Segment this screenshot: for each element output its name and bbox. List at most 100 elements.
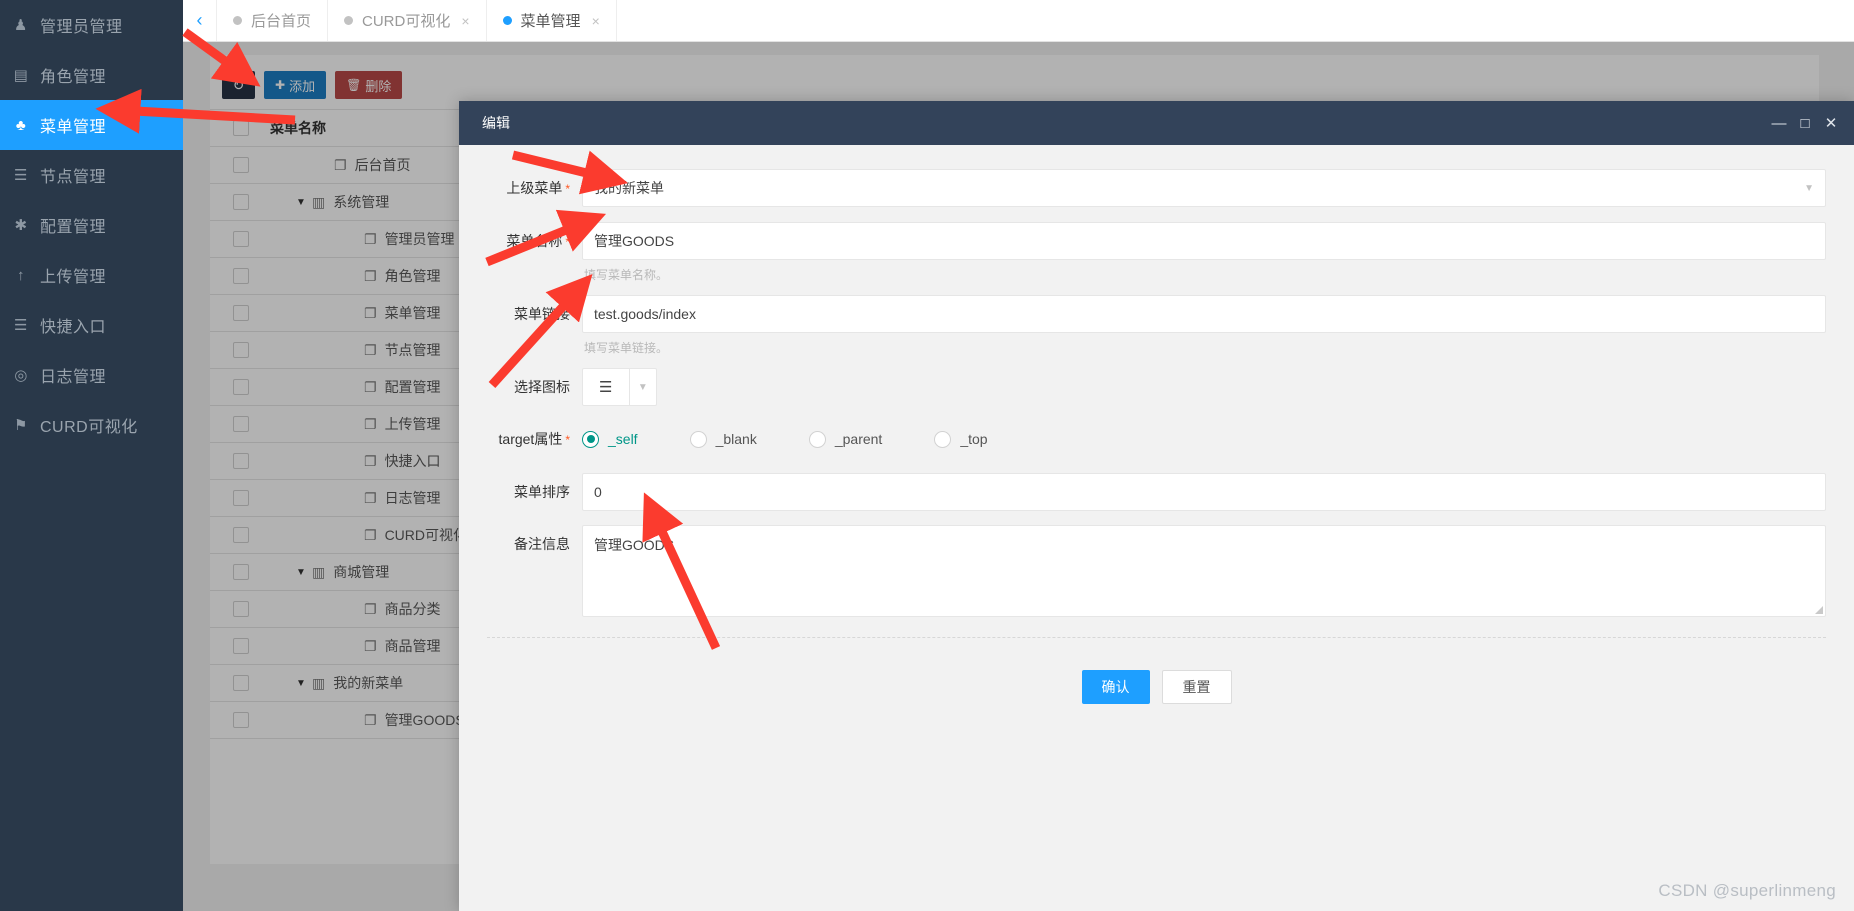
sidebar-item-6[interactable]: ☰ 快捷入口 bbox=[0, 300, 183, 350]
sidebar-item-label: 节点管理 bbox=[40, 169, 107, 186]
tab-label: CURD可视化 bbox=[362, 13, 451, 30]
tab-label: 后台首页 bbox=[251, 13, 312, 30]
sidebar-item-label: 日志管理 bbox=[40, 369, 107, 386]
tab-close-icon[interactable]: × bbox=[592, 14, 600, 28]
label-icon-select: 选择图标 bbox=[514, 379, 570, 395]
tab-2[interactable]: 菜单管理 × bbox=[487, 0, 617, 41]
sidebar-item-4[interactable]: ✱ 配置管理 bbox=[0, 200, 183, 250]
target-radio-label: _self bbox=[608, 431, 638, 447]
target-radio-parent[interactable]: _parent bbox=[808, 430, 883, 448]
watermark: CSDN @superlinmeng bbox=[1658, 881, 1836, 900]
tab-status-dot bbox=[502, 16, 512, 25]
target-radio-top[interactable]: _top bbox=[934, 430, 988, 448]
menu-link-input[interactable]: test.goods/index bbox=[582, 295, 1826, 333]
tree-icon: ♣ bbox=[15, 116, 27, 134]
app-root: ♟ 管理员管理 ▤ 角色管理 ♣ 菜单管理 ☰ 节点管理 ✱ 配置管理 ↑ 上传管理 ☰ 快捷入口 ◎ 日志管… bbox=[0, 0, 1854, 911]
target-radio-label: _parent bbox=[834, 431, 883, 447]
parent-menu-select[interactable]: 我的新菜单 ▼ bbox=[582, 169, 1826, 207]
radio-circle-icon bbox=[934, 430, 952, 448]
reset-button[interactable]: 重置 bbox=[1161, 670, 1232, 704]
sidebar-item-label: 角色管理 bbox=[40, 69, 107, 86]
target-radio-blank[interactable]: _blank bbox=[689, 430, 757, 448]
sidebar-item-5[interactable]: ↑ 上传管理 bbox=[0, 250, 183, 300]
target-radio-label: _top bbox=[960, 431, 988, 447]
tab-bar: ‹ 后台首页 CURD可视化 × 菜单管理 × bbox=[183, 0, 1854, 42]
asterisk-icon: ✱ bbox=[14, 217, 28, 234]
radio-circle-icon bbox=[582, 430, 599, 448]
flag-icon: ⚑ bbox=[14, 417, 28, 434]
label-menu-name: 菜单名称 * bbox=[506, 233, 570, 249]
list-icon: ☰ bbox=[14, 317, 28, 334]
sidebar-item-label: 菜单管理 bbox=[40, 119, 107, 136]
menu-name-input[interactable]: 管理GOODS bbox=[582, 222, 1826, 260]
target-radio-group: _self _blank _parent _top bbox=[582, 420, 1826, 458]
target-radio-label: _blank bbox=[715, 431, 757, 447]
field-menu-link: 菜单链接 test.goods/index 填写菜单链接。 bbox=[459, 295, 1854, 368]
sidebar-item-label: CURD可视化 bbox=[40, 419, 138, 436]
field-parent-menu: 上级菜单 * 我的新菜单 ▼ bbox=[459, 169, 1854, 208]
sidebar-item-label: 管理员管理 bbox=[40, 19, 123, 36]
remark-value: 管理GOODS bbox=[594, 537, 675, 553]
sidebar-item-8[interactable]: ⚑ CURD可视化 bbox=[0, 400, 183, 450]
close-icon[interactable]: ✕ bbox=[1818, 114, 1844, 132]
edit-dialog: 编辑 — □ ✕ 上级菜单 * 我的新菜单 ▼ 菜单名称 * 管理GOODS 填… bbox=[459, 101, 1854, 911]
sidebar-item-0[interactable]: ♟ 管理员管理 bbox=[0, 0, 183, 50]
field-menu-name: 菜单名称 * 管理GOODS 填写菜单名称。 bbox=[459, 222, 1854, 295]
menu-name-value: 管理GOODS bbox=[594, 233, 675, 249]
sidebar: ♟ 管理员管理 ▤ 角色管理 ♣ 菜单管理 ☰ 节点管理 ✱ 配置管理 ↑ 上传管理 ☰ 快捷入口 ◎ 日志管… bbox=[0, 0, 183, 911]
label-parent-menu: 上级菜单 * bbox=[506, 180, 570, 196]
sidebar-item-label: 配置管理 bbox=[40, 219, 107, 236]
required-marker: * bbox=[565, 182, 570, 196]
dialog-footer: 确认 重置 bbox=[459, 638, 1854, 704]
dialog-header: 编辑 — □ ✕ bbox=[459, 101, 1854, 145]
sidebar-item-label: 上传管理 bbox=[40, 269, 107, 286]
tab-1[interactable]: CURD可视化 × bbox=[328, 0, 487, 41]
sidebar-item-2[interactable]: ♣ 菜单管理 bbox=[0, 100, 183, 150]
tab-label: 菜单管理 bbox=[520, 13, 581, 30]
chevron-down-icon[interactable]: ▼ bbox=[629, 368, 657, 406]
field-remark: 备注信息 管理GOODS bbox=[459, 525, 1854, 617]
label-menu-link: 菜单链接 bbox=[514, 306, 570, 322]
sidebar-item-1[interactable]: ▤ 角色管理 bbox=[0, 50, 183, 100]
chevron-left-icon: ‹ bbox=[196, 10, 203, 30]
confirm-button[interactable]: 确认 bbox=[1081, 670, 1150, 704]
field-menu-sort: 菜单排序 0 bbox=[459, 473, 1854, 511]
required-marker: * bbox=[565, 433, 570, 447]
label-menu-sort: 菜单排序 bbox=[514, 484, 570, 500]
menu-link-value: test.goods/index bbox=[594, 306, 696, 322]
label-remark: 备注信息 bbox=[514, 536, 570, 552]
remark-textarea[interactable]: 管理GOODS bbox=[582, 525, 1826, 617]
tab-scroll-left-button[interactable]: ‹ bbox=[183, 0, 217, 41]
radio-circle-icon bbox=[689, 430, 707, 448]
chevron-down-icon: ▼ bbox=[1804, 182, 1814, 194]
tab-0[interactable]: 后台首页 bbox=[217, 0, 329, 41]
id-card-icon: ▤ bbox=[13, 67, 29, 84]
radio-circle-icon bbox=[808, 430, 826, 448]
tab-status-dot bbox=[344, 16, 354, 25]
list-icon: ☰ bbox=[14, 167, 28, 184]
label-target: target属性 * bbox=[498, 431, 570, 447]
dialog-body: 上级菜单 * 我的新菜单 ▼ 菜单名称 * 管理GOODS 填写菜单名称。 菜单… bbox=[459, 145, 1854, 911]
minimize-icon[interactable]: — bbox=[1766, 115, 1792, 132]
sidebar-item-label: 快捷入口 bbox=[40, 319, 107, 336]
target-radio-self[interactable]: _self bbox=[582, 430, 638, 448]
field-icon-select: 选择图标 ☰ ▼ bbox=[459, 368, 1854, 406]
required-marker: * bbox=[565, 235, 570, 249]
sidebar-item-7[interactable]: ◎ 日志管理 bbox=[0, 350, 183, 400]
maximize-icon[interactable]: □ bbox=[1792, 115, 1818, 132]
user-icon: ♟ bbox=[14, 17, 28, 34]
tab-list: 后台首页 CURD可视化 × 菜单管理 × bbox=[217, 0, 617, 41]
menu-name-hint: 填写菜单名称。 bbox=[584, 268, 669, 282]
tab-close-icon[interactable]: × bbox=[461, 14, 469, 28]
icon-picker[interactable]: ☰ ▼ bbox=[582, 368, 657, 406]
menu-sort-value: 0 bbox=[594, 484, 602, 500]
menu-link-hint: 填写菜单链接。 bbox=[584, 341, 669, 355]
list-icon: ☰ bbox=[582, 368, 630, 406]
sidebar-item-3[interactable]: ☰ 节点管理 bbox=[0, 150, 183, 200]
parent-menu-value: 我的新菜单 bbox=[594, 180, 664, 196]
menu-sort-input[interactable]: 0 bbox=[582, 473, 1826, 511]
